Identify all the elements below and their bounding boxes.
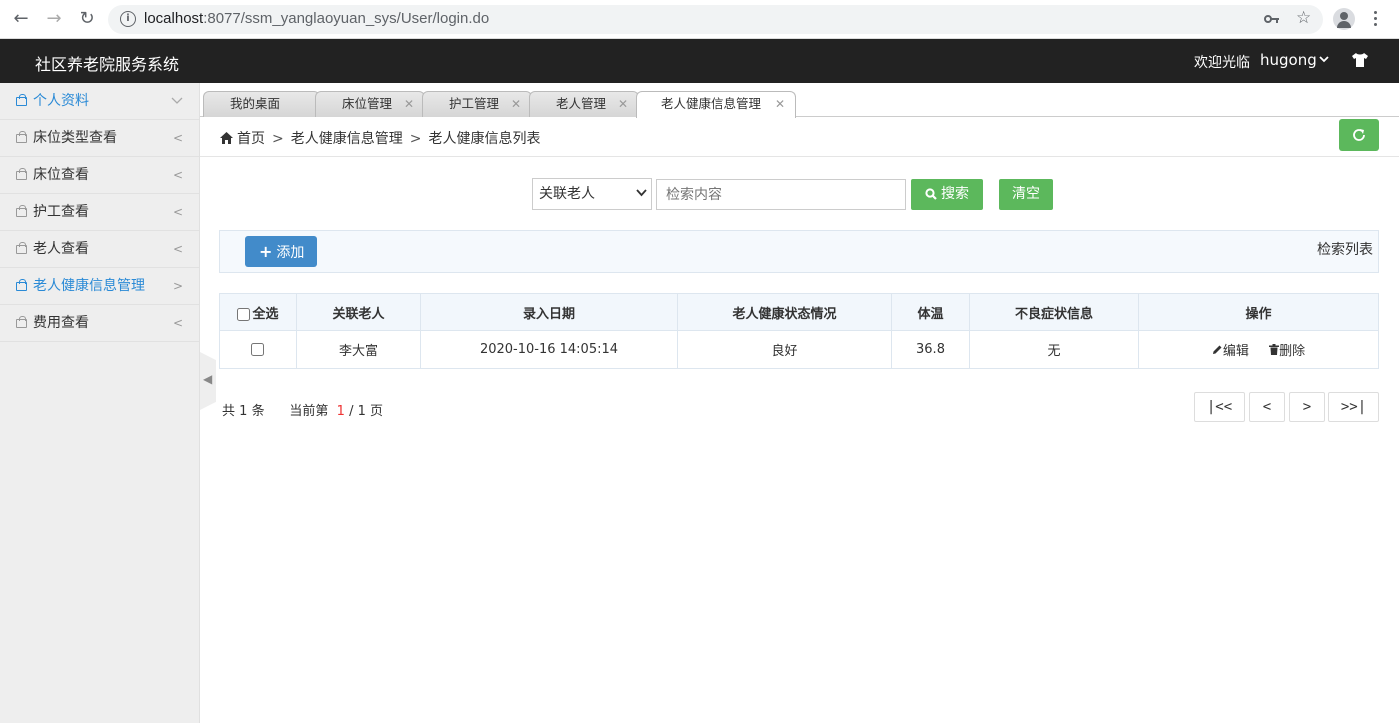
- app-title: 社区养老院服务系统: [35, 55, 180, 74]
- health-info-table: 全选 关联老人 录入日期 老人健康状态情况 体温 不良症状信息 操作 李大富 2…: [219, 293, 1379, 369]
- breadcrumb: 首页 > 老人健康信息管理 > 老人健康信息列表: [220, 128, 540, 148]
- prev-page-button[interactable]: <: [1249, 392, 1285, 422]
- sidebar: 个人资料 床位类型查看 < 床位查看 < 护工查看 < 老人查看 < 老人健康信息管理 >…: [0, 83, 200, 723]
- sidebar-item-bed-types[interactable]: 床位类型查看 <: [0, 120, 199, 157]
- chevron-left-icon: <: [172, 131, 183, 145]
- chevron-down-icon[interactable]: [1318, 53, 1330, 65]
- sidebar-item-fees[interactable]: 费用查看 <: [0, 305, 199, 342]
- chevron-down-icon: [636, 189, 647, 197]
- home-icon: [220, 132, 233, 144]
- app-header: 社区养老院服务系统 欢迎光临 hugong: [0, 39, 1399, 83]
- header-symptom: 不良症状信息: [969, 293, 1139, 331]
- chevron-left-icon: <: [172, 205, 183, 219]
- plus-icon: +: [259, 242, 273, 261]
- next-page-button[interactable]: >: [1289, 392, 1325, 422]
- breadcrumb-bar: 首页 > 老人健康信息管理 > 老人健康信息列表: [200, 117, 1399, 157]
- browser-toolbar: ← → ↻ i localhost:8077/ssm_yanglaoyuan_s…: [0, 0, 1399, 39]
- key-icon[interactable]: [1264, 14, 1280, 24]
- header-status: 老人健康状态情况: [677, 293, 892, 331]
- list-caption: 检索列表: [1317, 242, 1373, 258]
- chevron-left-icon: <: [172, 168, 183, 182]
- table-header-row: 全选 关联老人 录入日期 老人健康状态情况 体温 不良症状信息 操作: [219, 293, 1379, 331]
- bag-icon: [16, 94, 27, 106]
- tab-caregiver-management[interactable]: 护工管理 ✕: [422, 91, 532, 117]
- sidebar-item-elders[interactable]: 老人查看 <: [0, 231, 199, 268]
- chevron-down-icon: [171, 97, 183, 104]
- search-field-select[interactable]: 关联老人: [532, 178, 652, 210]
- close-icon[interactable]: ✕: [618, 92, 628, 116]
- info-icon[interactable]: i: [120, 11, 136, 27]
- breadcrumb-level2: 老人健康信息列表: [428, 131, 541, 147]
- skin-shirt-icon[interactable]: [1351, 53, 1369, 67]
- bag-icon: [16, 242, 27, 254]
- bag-icon: [16, 205, 27, 217]
- tab-bar: 我的桌面 床位管理 ✕ 护工管理 ✕ 老人管理 ✕ 老人健康信息管理 ✕: [200, 83, 1399, 118]
- chevron-left-icon: <: [172, 242, 183, 256]
- reload-icon[interactable]: ↻: [76, 8, 98, 30]
- user-menu[interactable]: hugong: [1260, 51, 1317, 69]
- first-page-button[interactable]: |<<: [1194, 392, 1245, 422]
- star-icon[interactable]: ☆: [1296, 8, 1311, 28]
- sidebar-item-caregivers[interactable]: 护工查看 <: [0, 194, 199, 231]
- sidebar-collapse-handle[interactable]: ◀: [200, 352, 216, 410]
- bag-icon: [16, 316, 27, 328]
- browser-menu-icon[interactable]: [1374, 11, 1378, 29]
- header-temperature: 体温: [891, 293, 970, 331]
- caret-left-icon: ◀: [203, 372, 213, 386]
- add-button[interactable]: + 添加: [245, 236, 317, 267]
- breadcrumb-level1[interactable]: 老人健康信息管理: [291, 131, 403, 147]
- cell-symptom: 无: [969, 330, 1139, 369]
- refresh-icon: [1353, 129, 1365, 141]
- tab-elder-health[interactable]: 老人健康信息管理 ✕: [636, 91, 796, 118]
- tab-desktop[interactable]: 我的桌面: [203, 91, 320, 117]
- welcome-text: 欢迎光临: [1194, 55, 1250, 71]
- bag-icon: [16, 131, 27, 143]
- cell-elder: 李大富: [296, 330, 421, 369]
- pencil-icon: [1212, 345, 1222, 354]
- delete-link[interactable]: 删除: [1269, 344, 1305, 359]
- cell-status: 良好: [677, 330, 892, 369]
- close-icon[interactable]: ✕: [511, 92, 521, 116]
- sidebar-item-profile[interactable]: 个人资料: [0, 83, 199, 120]
- cell-temperature: 36.8: [891, 330, 970, 369]
- search-button[interactable]: 搜索: [911, 179, 983, 210]
- select-all-checkbox[interactable]: [237, 307, 251, 321]
- table-row: 李大富 2020-10-16 14:05:14 良好 36.8 无 编辑 删除: [219, 330, 1379, 369]
- cell-operations: 编辑 删除: [1138, 330, 1379, 369]
- row-checkbox[interactable]: [250, 343, 264, 356]
- tab-elder-management[interactable]: 老人管理 ✕: [529, 91, 639, 117]
- refresh-button[interactable]: [1339, 119, 1379, 151]
- back-arrow-icon[interactable]: ←: [10, 8, 32, 30]
- close-icon[interactable]: ✕: [404, 92, 414, 116]
- bag-icon: [16, 168, 27, 180]
- cell-date: 2020-10-16 14:05:14: [420, 330, 678, 369]
- chevron-left-icon: <: [172, 316, 183, 330]
- row-select-cell: [219, 330, 297, 369]
- close-icon[interactable]: ✕: [775, 92, 785, 116]
- header-select-all: 全选: [219, 293, 297, 331]
- pagination-info: 共 1 条 当前第 1 / 1 页: [222, 404, 384, 419]
- header-operations: 操作: [1138, 293, 1379, 331]
- search-input[interactable]: [656, 179, 906, 210]
- search-icon: [925, 188, 937, 200]
- sidebar-item-beds[interactable]: 床位查看 <: [0, 157, 199, 194]
- profile-avatar-icon[interactable]: [1333, 8, 1355, 30]
- address-bar[interactable]: i localhost:8077/ssm_yanglaoyuan_sys/Use…: [108, 5, 1323, 34]
- last-page-button[interactable]: >>|: [1328, 392, 1379, 422]
- tab-bed-management[interactable]: 床位管理 ✕: [315, 91, 425, 117]
- sidebar-item-elder-health[interactable]: 老人健康信息管理 >: [0, 268, 199, 305]
- chevron-right-icon: >: [172, 279, 183, 293]
- edit-link[interactable]: 编辑: [1212, 344, 1249, 359]
- bag-icon: [16, 279, 27, 291]
- breadcrumb-home[interactable]: 首页: [237, 131, 265, 147]
- clear-button[interactable]: 清空: [999, 179, 1053, 210]
- trash-icon: [1269, 344, 1280, 355]
- forward-arrow-icon[interactable]: →: [43, 8, 65, 30]
- url-text: localhost:8077/ssm_yanglaoyuan_sys/User/…: [144, 10, 490, 27]
- header-date: 录入日期: [420, 293, 678, 331]
- header-elder: 关联老人: [296, 293, 421, 331]
- list-toolbar: + 添加 检索列表: [219, 230, 1379, 273]
